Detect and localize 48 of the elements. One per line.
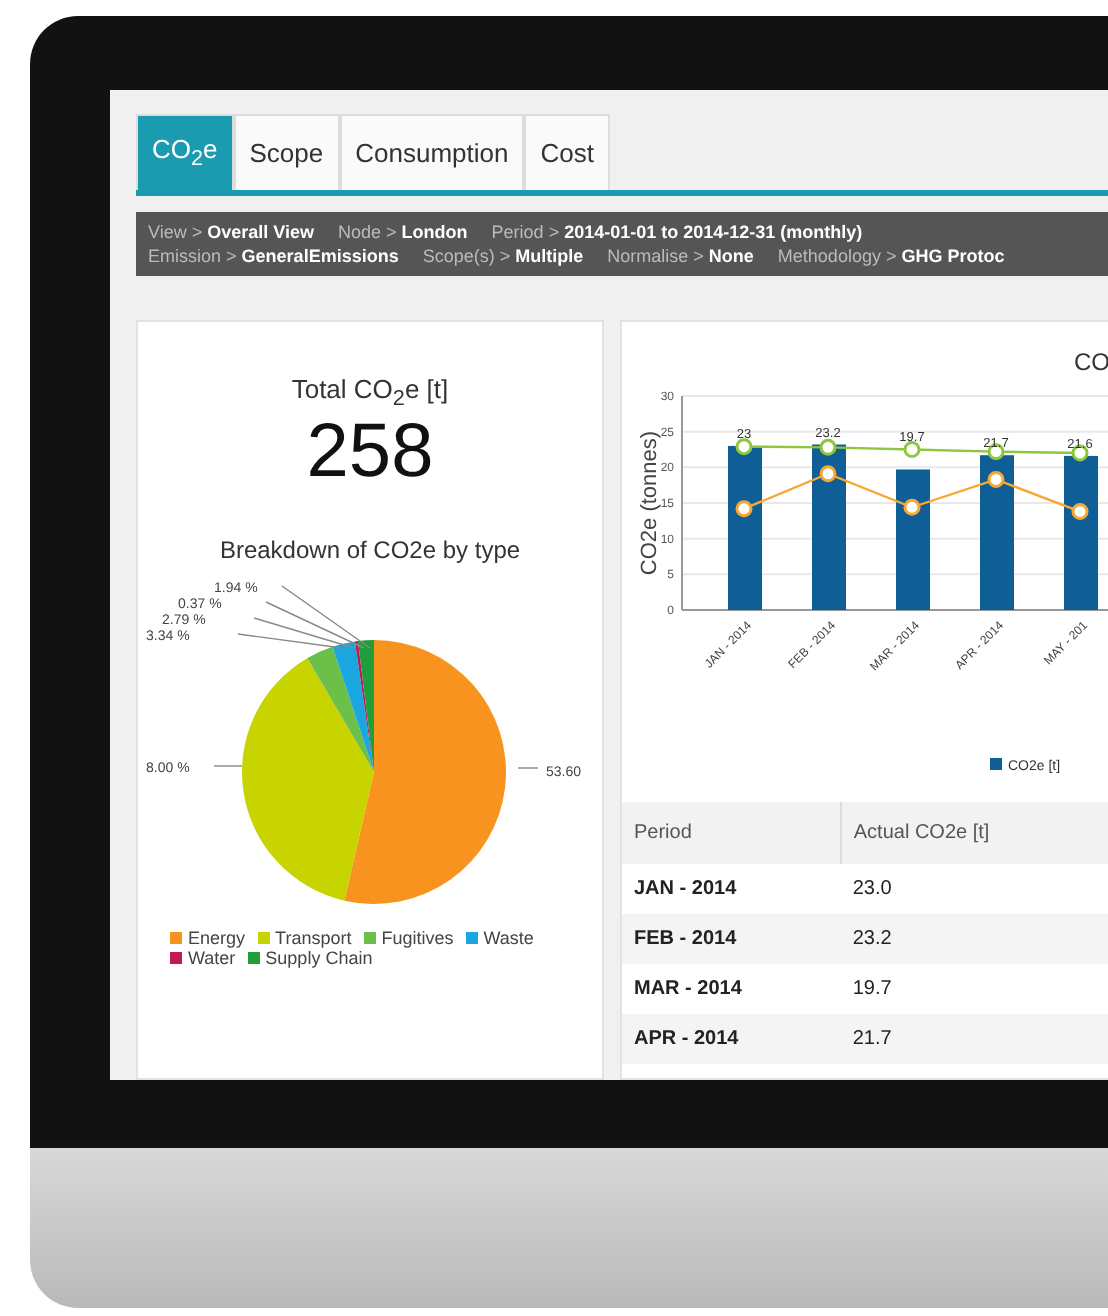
bar <box>896 468 930 610</box>
filter-item: Emission > GeneralEmissions <box>148 245 399 266</box>
data-point <box>1071 443 1089 461</box>
data-point <box>987 442 1005 460</box>
filter-item: View > Overall View <box>148 221 314 242</box>
total-label: Total CO$_{2}$e [t] <box>291 373 449 411</box>
filter-item: Methodology > GHG Protoc <box>777 245 1005 266</box>
table-cell: APR - 2014 <box>622 1013 841 1064</box>
legend-label: Supply Chain <box>265 948 373 969</box>
column-header: Period <box>622 801 841 864</box>
data-point <box>735 437 753 455</box>
total-value: 258 <box>306 410 434 497</box>
table-cell: FEB - 2014 <box>622 913 841 964</box>
data-point <box>819 464 837 482</box>
legend-swatch <box>170 932 182 945</box>
legend-swatch <box>247 952 260 965</box>
legend-swatch <box>257 932 270 945</box>
data-point <box>735 499 753 517</box>
filter-item: Period > 2014-01-01 to 2014-12-31 (monthly) <box>491 221 863 242</box>
legend-label: Transport <box>275 928 352 949</box>
legend-label: Waste <box>483 928 534 949</box>
table-cell: 23.0 <box>840 863 1108 914</box>
axis-title: CO2e (tonnes) <box>638 430 662 575</box>
table-cell: 23.2 <box>840 913 1108 964</box>
legend-swatch <box>363 932 376 945</box>
data-point <box>1071 502 1089 520</box>
tab[interactable]: Cost <box>524 114 610 190</box>
legend-swatch <box>990 757 1002 770</box>
table-cell: MAR - 2014 <box>622 963 841 1014</box>
chart-title: Breakdown of CO2e by type <box>219 536 521 565</box>
legend-swatch <box>170 952 182 965</box>
legend-label: Fugitives <box>381 928 454 949</box>
legend-swatch <box>465 932 478 945</box>
table-cell: 19.7 <box>840 963 1108 1014</box>
tab[interactable]: Consumption <box>339 114 525 190</box>
filter-item: Scope(s) > Multiple <box>422 245 584 266</box>
legend-label: Water <box>188 948 236 969</box>
column-header: Actual CO2e [t] <box>840 801 1108 864</box>
legend-label: Energy <box>188 928 246 949</box>
filter-item: Normalise > None <box>607 245 754 266</box>
data-point <box>903 497 921 515</box>
tab[interactable]: Scope <box>233 114 340 190</box>
data-point <box>903 440 921 458</box>
data-point <box>819 438 837 456</box>
data-point <box>987 470 1005 488</box>
table-cell: JAN - 2014 <box>622 863 841 914</box>
table-cell: 21.7 <box>840 1013 1108 1064</box>
filter-item: Node > London <box>338 221 468 242</box>
